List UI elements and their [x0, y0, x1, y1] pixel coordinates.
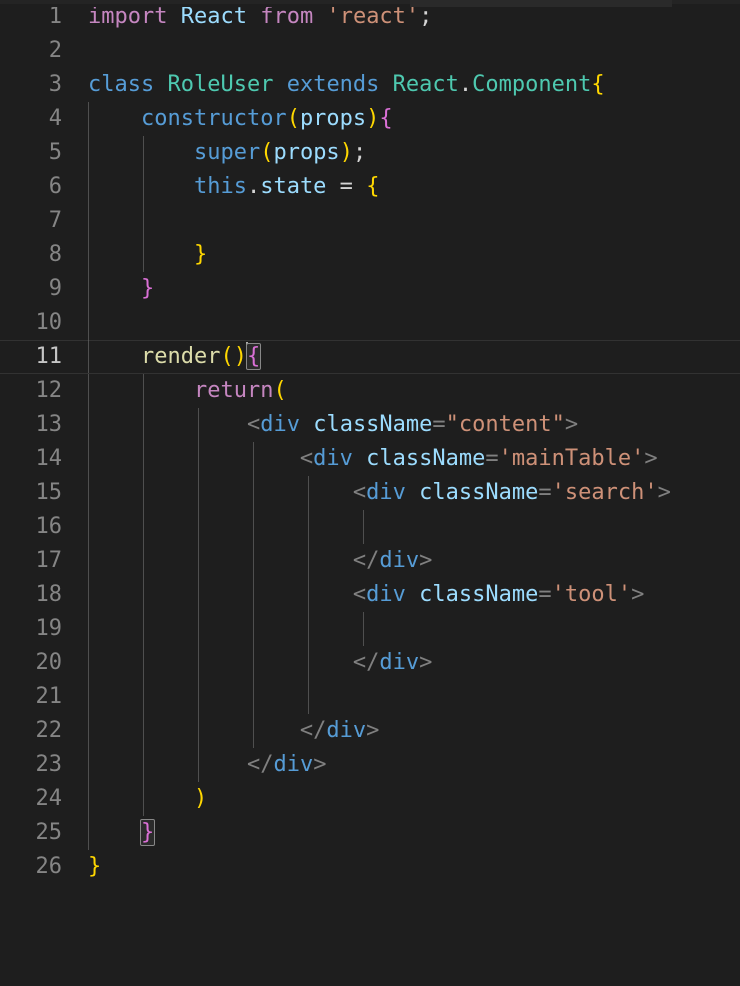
line-number: 20 [35, 650, 63, 675]
line-number: 9 [48, 276, 62, 301]
code-content[interactable]: </div> [88, 714, 380, 748]
line-number: 18 [35, 582, 63, 607]
code-content[interactable]: } [88, 238, 207, 272]
code-content[interactable]: } [88, 272, 154, 306]
overview-strip-right [672, 0, 740, 4]
bracket-match: } [139, 819, 156, 846]
bracket-match: { [245, 343, 262, 370]
code-line[interactable]: 7 [0, 204, 740, 238]
code-line[interactable]: 19 [0, 612, 740, 646]
code-content[interactable]: } [88, 850, 101, 884]
line-number: 24 [35, 786, 63, 811]
code-line[interactable]: 5 super(props); [0, 136, 740, 170]
code-line[interactable]: 16 [0, 510, 740, 544]
line-number: 15 [35, 480, 63, 505]
code-line[interactable]: 14 <div className='mainTable'> [0, 442, 740, 476]
line-number: 16 [35, 514, 63, 539]
line-number: 17 [35, 548, 63, 573]
line-number: 11 [35, 344, 63, 369]
code-line[interactable]: 25 } [0, 816, 740, 850]
code-content[interactable]: <div className='tool'> [88, 578, 644, 612]
line-number: 13 [35, 412, 63, 437]
code-content[interactable]: constructor(props){ [88, 102, 393, 136]
line-number: 12 [35, 378, 63, 403]
code-line[interactable]: 17 </div> [0, 544, 740, 578]
code-line[interactable]: 13 <div className="content"> [0, 408, 740, 442]
code-line[interactable]: 23 </div> [0, 748, 740, 782]
line-number: 5 [48, 140, 62, 165]
code-content[interactable]: <div className='search'> [88, 476, 671, 510]
code-content[interactable]: return( [88, 374, 287, 408]
code-line[interactable]: 18 <div className='tool'> [0, 578, 740, 612]
line-number: 10 [35, 310, 63, 335]
code-line[interactable]: 21 [0, 680, 740, 714]
code-line[interactable]: 12 return( [0, 374, 740, 408]
code-content[interactable]: } [88, 816, 156, 850]
code-content[interactable]: this.state = { [88, 170, 379, 204]
code-line[interactable]: 26 } [0, 850, 740, 884]
code-content[interactable]: <div className='mainTable'> [88, 442, 658, 476]
code-line[interactable]: 6 this.state = { [0, 170, 740, 204]
code-content[interactable]: <div className="content"> [88, 408, 578, 442]
code-line[interactable]: 20 </div> [0, 646, 740, 680]
line-number: 21 [35, 684, 63, 709]
code-editor[interactable]: 1 import React from 'react'; 2 3 class R… [0, 0, 740, 888]
overview-strip-left [0, 0, 410, 4]
code-line[interactable]: 3 class RoleUser extends React.Component… [0, 68, 740, 102]
line-number: 26 [35, 854, 63, 879]
code-content[interactable]: ) [88, 782, 207, 816]
editor-overview-strip[interactable] [0, 0, 740, 7]
line-number: 4 [48, 106, 62, 131]
code-line[interactable]: 15 <div className='search'> [0, 476, 740, 510]
code-content[interactable]: render(){ [88, 340, 262, 374]
code-line[interactable]: 8 } [0, 238, 740, 272]
code-line[interactable]: 2 [0, 34, 740, 68]
code-line[interactable]: 24 ) [0, 782, 740, 816]
code-line[interactable]: 4 constructor(props){ [0, 102, 740, 136]
code-content[interactable]: </div> [88, 646, 433, 680]
line-number: 3 [48, 72, 62, 97]
code-content[interactable]: super(props); [88, 136, 366, 170]
line-number: 14 [35, 446, 63, 471]
code-content[interactable]: class RoleUser extends React.Component{ [88, 68, 605, 102]
line-number: 8 [48, 242, 62, 267]
code-line-active[interactable]: 11 render(){ [0, 340, 740, 374]
line-number: 2 [48, 38, 62, 63]
line-number: 22 [35, 718, 63, 743]
code-content[interactable]: </div> [88, 748, 327, 782]
line-number: 7 [48, 208, 62, 233]
overview-strip-active[interactable] [410, 0, 672, 7]
code-line[interactable]: 9 } [0, 272, 740, 306]
line-number: 6 [48, 174, 62, 199]
line-number: 19 [35, 616, 63, 641]
code-line[interactable]: 10 [0, 306, 740, 340]
line-number: 25 [35, 820, 63, 845]
code-content[interactable]: </div> [88, 544, 433, 578]
code-line[interactable]: 22 </div> [0, 714, 740, 748]
line-number: 23 [35, 752, 63, 777]
